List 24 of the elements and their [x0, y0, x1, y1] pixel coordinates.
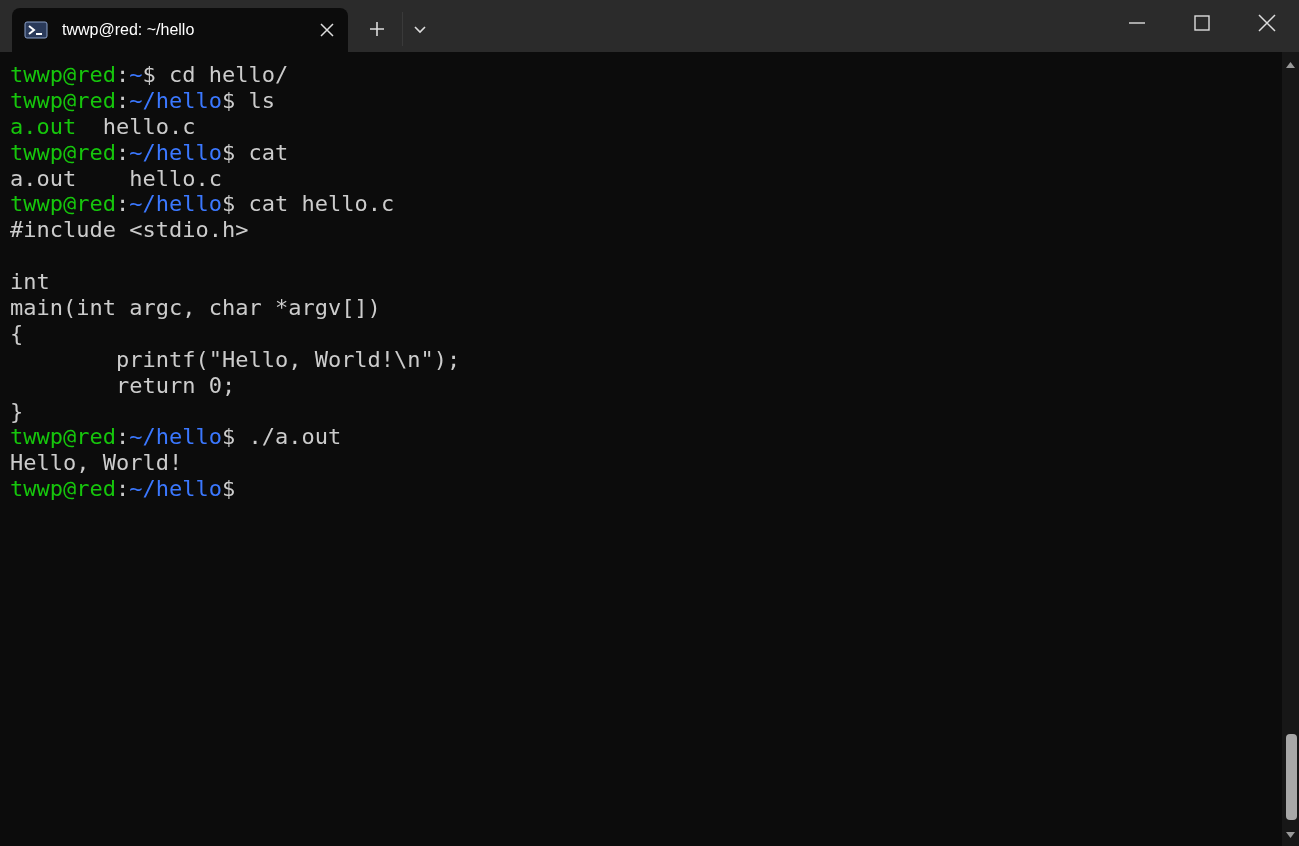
terminal-tab[interactable]: twwp@red: ~/hello	[12, 8, 348, 52]
terminal-icon	[24, 20, 48, 40]
terminal-line: {	[10, 320, 24, 347]
chevron-down-icon	[412, 24, 427, 34]
close-icon	[1257, 14, 1276, 32]
terminal-line: a.out hello.c	[10, 113, 196, 140]
terminal-line: }	[10, 398, 24, 425]
terminal-line: return 0;	[114, 372, 236, 399]
minimize-icon	[1128, 22, 1145, 24]
terminal-line: twwp@red:~$ cd hello/	[10, 62, 289, 88]
terminal-line: twwp@red:~/hello$ ls	[10, 87, 275, 114]
plus-icon	[369, 21, 385, 37]
terminal-line: twwp@red:~/hello$ cat hello.c	[10, 191, 395, 218]
terminal-line: #include <stdio.h>	[10, 217, 249, 244]
terminal-line: a.out hello.c	[10, 165, 222, 192]
terminal-line: twwp@red:~/hello$ ./a.out	[10, 424, 342, 451]
terminal-line: main(int argc, char *argv[])	[10, 295, 381, 321]
terminal-line: Hello, World!	[10, 450, 183, 477]
terminal-line: printf("Hello, World!\n");	[114, 346, 461, 373]
terminal-line: twwp@red:~/hello$	[10, 476, 236, 503]
terminal-line: int	[10, 269, 50, 295]
terminal-line: twwp@red:~/hello$ cat	[10, 139, 289, 166]
close-icon[interactable]	[320, 23, 334, 37]
maximize-icon	[1193, 15, 1210, 31]
